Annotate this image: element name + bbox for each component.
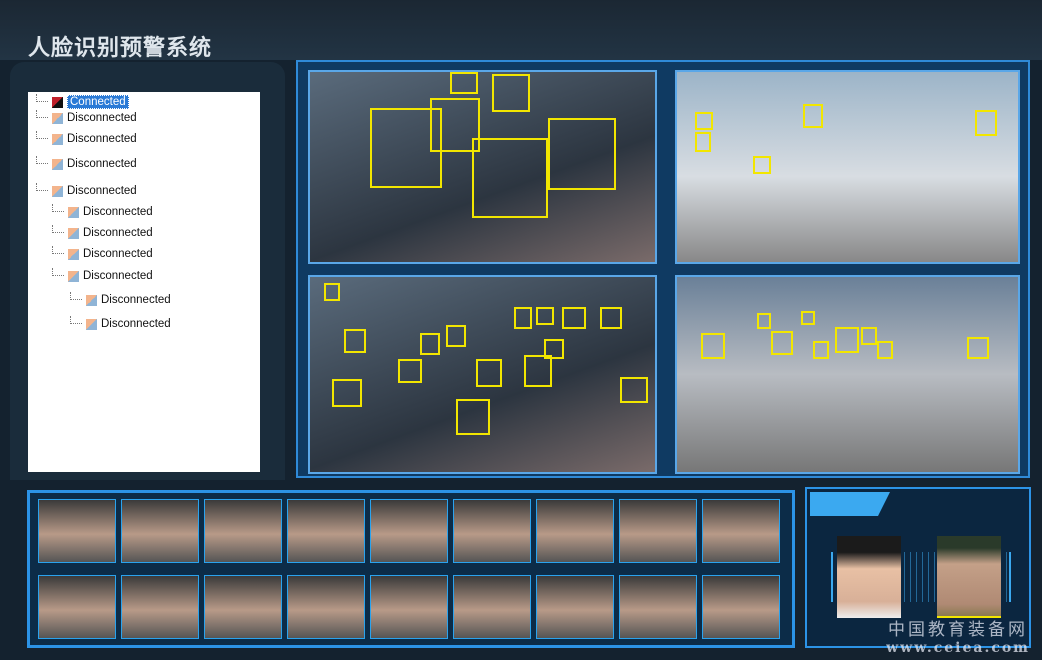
face-box: [771, 331, 793, 355]
captured-faces-strip: [27, 490, 795, 648]
tree-node-3[interactable]: Disconnected: [36, 156, 137, 172]
face-box: [492, 74, 530, 112]
captured-face-thumb[interactable]: [536, 575, 614, 639]
video-feed-4[interactable]: [675, 275, 1020, 474]
face-box: [695, 132, 711, 152]
face-box: [562, 307, 586, 329]
tree-node-2[interactable]: Disconnected: [36, 131, 137, 147]
camera-tree[interactable]: Connected Disconnected Disconnected Disc…: [28, 92, 260, 472]
video-grid: [296, 60, 1030, 478]
captured-face-thumb[interactable]: [204, 575, 282, 639]
tree-node-4[interactable]: Disconnected: [36, 183, 137, 199]
face-box: [524, 355, 552, 387]
camera-disconnected-icon: [52, 133, 63, 145]
captured-face-thumb[interactable]: [370, 575, 448, 639]
camera-disconnected-icon: [68, 270, 79, 282]
face-box: [536, 307, 554, 325]
face-box: [514, 307, 532, 329]
face-box: [753, 156, 771, 174]
tree-node-10[interactable]: Disconnected: [70, 316, 171, 332]
tree-node-7[interactable]: Disconnected: [52, 246, 153, 262]
tree-node-8[interactable]: Disconnected: [52, 268, 153, 284]
face-box: [801, 311, 815, 325]
tree-node-6[interactable]: Disconnected: [52, 225, 153, 241]
face-box: [813, 341, 829, 359]
camera-disconnected-icon: [52, 185, 63, 197]
tree-node-9[interactable]: Disconnected: [70, 292, 171, 308]
captured-face-thumb[interactable]: [204, 499, 282, 563]
face-box: [450, 72, 478, 94]
camera-connected-icon: [52, 96, 63, 108]
tree-node-5[interactable]: Disconnected: [52, 204, 153, 220]
captured-face-thumb[interactable]: [702, 575, 780, 639]
matched-face-photo: [937, 536, 1001, 618]
captured-face-thumb[interactable]: [619, 499, 697, 563]
watermark: 中国教育装备网 www.ceiea.com: [886, 620, 1030, 656]
face-box: [975, 110, 997, 136]
captured-face-thumb[interactable]: [453, 575, 531, 639]
captured-face-thumb[interactable]: [370, 499, 448, 563]
face-box: [861, 327, 877, 345]
panel-accent: [810, 492, 890, 516]
face-box: [398, 359, 422, 383]
captured-face-thumb[interactable]: [536, 499, 614, 563]
face-box: [446, 325, 466, 347]
captured-face-thumb[interactable]: [121, 575, 199, 639]
captured-face-thumb[interactable]: [287, 499, 365, 563]
face-box: [544, 339, 564, 359]
video-feed-1[interactable]: [308, 70, 657, 264]
face-box: [967, 337, 989, 359]
face-box: [695, 112, 713, 130]
face-box: [420, 333, 440, 355]
camera-disconnected-icon: [68, 206, 79, 218]
captured-face-thumb[interactable]: [619, 575, 697, 639]
face-box: [803, 104, 823, 128]
captured-face-thumb[interactable]: [702, 499, 780, 563]
video-feed-2[interactable]: [675, 70, 1020, 264]
face-box: [324, 283, 340, 301]
face-box: [476, 359, 502, 387]
face-box: [600, 307, 622, 329]
camera-disconnected-icon: [86, 318, 97, 330]
camera-disconnected-icon: [86, 294, 97, 306]
face-box: [472, 138, 548, 218]
tree-node-1[interactable]: Disconnected: [36, 110, 137, 126]
face-box: [332, 379, 362, 407]
captured-face-thumb[interactable]: [121, 499, 199, 563]
page-title: 人脸识别预警系统: [28, 36, 213, 61]
camera-disconnected-icon: [52, 158, 63, 170]
face-box: [620, 377, 648, 403]
reference-face-photo: [837, 536, 901, 618]
captured-face-thumb[interactable]: [287, 575, 365, 639]
tree-node-0[interactable]: Connected: [36, 94, 129, 110]
camera-disconnected-icon: [68, 248, 79, 260]
captured-face-thumb[interactable]: [453, 499, 531, 563]
camera-disconnected-icon: [52, 112, 63, 124]
face-box: [835, 327, 859, 353]
face-box: [877, 341, 893, 359]
face-box: [701, 333, 725, 359]
captured-face-thumb[interactable]: [38, 499, 116, 563]
camera-disconnected-icon: [68, 227, 79, 239]
face-box: [344, 329, 366, 353]
face-box: [456, 399, 490, 435]
captured-face-thumb[interactable]: [38, 575, 116, 639]
video-feed-3[interactable]: [308, 275, 657, 474]
face-box: [757, 313, 771, 329]
face-box: [548, 118, 616, 190]
